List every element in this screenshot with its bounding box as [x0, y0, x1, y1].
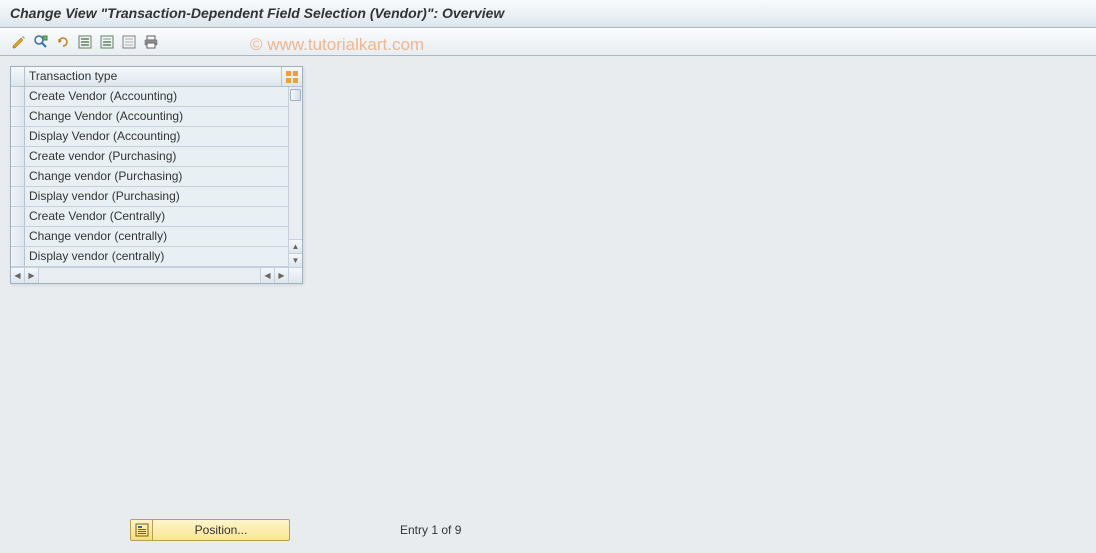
- table-row[interactable]: Create Vendor (Centrally): [11, 207, 288, 227]
- transaction-type-cell[interactable]: Display vendor (Purchasing): [25, 187, 288, 206]
- undo-icon[interactable]: [54, 33, 72, 51]
- select-all-icon[interactable]: [76, 33, 94, 51]
- entry-count-text: Entry 1 of 9: [400, 523, 461, 537]
- table-row[interactable]: Create vendor (Purchasing): [11, 147, 288, 167]
- row-selector[interactable]: [11, 147, 25, 166]
- horizontal-scrollbar[interactable]: ◀ ▶ ◀ ▶: [11, 267, 302, 283]
- scroll-right2-icon[interactable]: ▶: [274, 268, 288, 283]
- select-block-icon[interactable]: [98, 33, 116, 51]
- row-selector[interactable]: [11, 167, 25, 186]
- position-icon: [131, 520, 153, 540]
- hscroll-corner: [288, 268, 302, 283]
- table-header-marker[interactable]: [11, 67, 25, 86]
- table-row[interactable]: Display vendor (centrally): [11, 247, 288, 267]
- transaction-type-cell[interactable]: Change Vendor (Accounting): [25, 107, 288, 126]
- transaction-type-cell[interactable]: Display vendor (centrally): [25, 247, 288, 266]
- table-config-icon[interactable]: [282, 67, 302, 86]
- table-row[interactable]: Change vendor (centrally): [11, 227, 288, 247]
- row-selector[interactable]: [11, 127, 25, 146]
- table-body: Create Vendor (Accounting)Change Vendor …: [11, 87, 288, 267]
- column-header-transaction-type[interactable]: Transaction type: [25, 67, 282, 86]
- transaction-type-cell[interactable]: Display Vendor (Accounting): [25, 127, 288, 146]
- change-display-toggle-icon[interactable]: [10, 33, 28, 51]
- print-icon[interactable]: [142, 33, 160, 51]
- scroll-down-icon[interactable]: ▼: [289, 253, 302, 267]
- position-button-label: Position...: [153, 523, 289, 537]
- table-row[interactable]: Change vendor (Purchasing): [11, 167, 288, 187]
- table-row[interactable]: Display vendor (Purchasing): [11, 187, 288, 207]
- footer-bar: Position... Entry 1 of 9: [130, 519, 461, 541]
- deselect-all-icon[interactable]: [120, 33, 138, 51]
- table-row[interactable]: Change Vendor (Accounting): [11, 107, 288, 127]
- vertical-scrollbar[interactable]: ▲ ▼: [288, 87, 302, 267]
- scroll-left2-icon[interactable]: ◀: [260, 268, 274, 283]
- row-selector[interactable]: [11, 87, 25, 106]
- transaction-type-cell[interactable]: Change vendor (centrally): [25, 227, 288, 246]
- transaction-type-cell[interactable]: Change vendor (Purchasing): [25, 167, 288, 186]
- page-title: Change View "Transaction-Dependent Field…: [0, 0, 1096, 28]
- row-selector[interactable]: [11, 227, 25, 246]
- toolbar: [0, 28, 1096, 56]
- table-row[interactable]: Display Vendor (Accounting): [11, 127, 288, 147]
- transaction-type-cell[interactable]: Create vendor (Purchasing): [25, 147, 288, 166]
- transaction-type-cell[interactable]: Create Vendor (Centrally): [25, 207, 288, 226]
- transaction-type-cell[interactable]: Create Vendor (Accounting): [25, 87, 288, 106]
- row-selector[interactable]: [11, 247, 25, 266]
- content-area: Transaction type Create Vendor (Accounti…: [0, 56, 1096, 553]
- transaction-type-table: Transaction type Create Vendor (Accounti…: [10, 66, 303, 284]
- table-header: Transaction type: [11, 67, 302, 87]
- position-button[interactable]: Position...: [130, 519, 290, 541]
- scroll-left-icon[interactable]: ◀: [11, 268, 25, 283]
- row-selector[interactable]: [11, 207, 25, 226]
- table-row[interactable]: Create Vendor (Accounting): [11, 87, 288, 107]
- scroll-right-icon[interactable]: ▶: [25, 268, 39, 283]
- row-selector[interactable]: [11, 187, 25, 206]
- vscroll-thumb[interactable]: [290, 89, 301, 101]
- other-view-icon[interactable]: [32, 33, 50, 51]
- scroll-up-icon[interactable]: ▲: [289, 239, 302, 253]
- row-selector[interactable]: [11, 107, 25, 126]
